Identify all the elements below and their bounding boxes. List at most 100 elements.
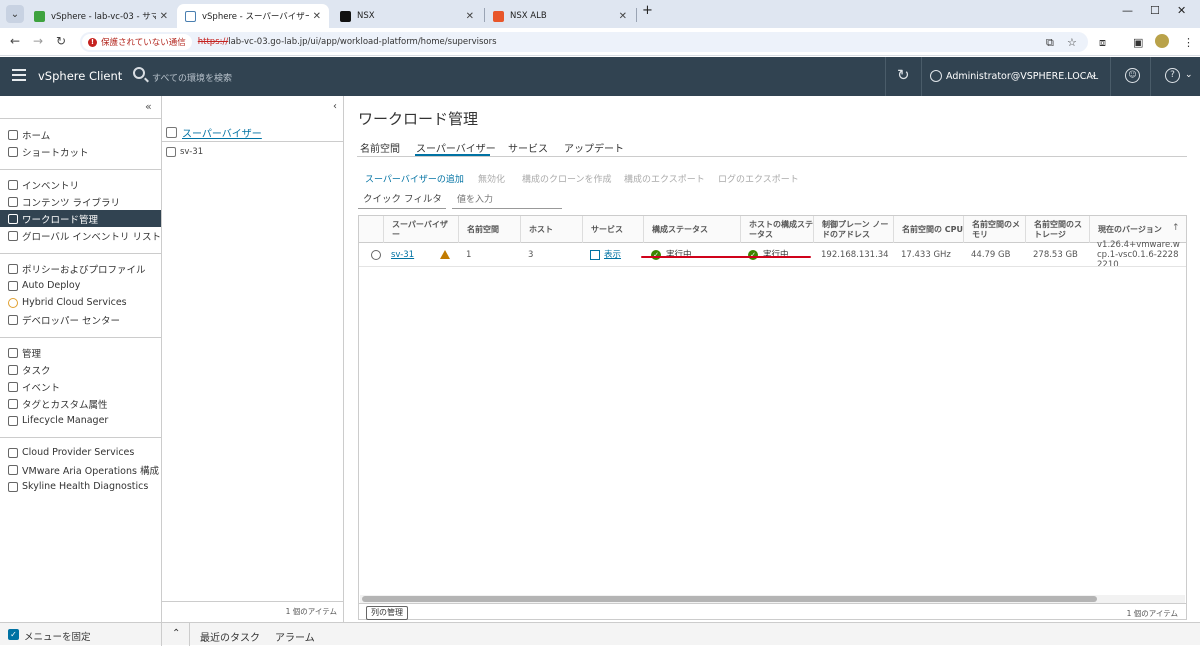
close-tab-icon[interactable]: ✕ bbox=[313, 11, 321, 22]
chevron-up-icon[interactable]: ⌃ bbox=[172, 628, 180, 639]
nav-item-tasks[interactable]: タスク bbox=[0, 361, 161, 378]
translate-icon[interactable]: ⧉ bbox=[1046, 36, 1054, 50]
forward-icon[interactable]: → bbox=[33, 34, 43, 48]
view-services-link[interactable]: 表示 bbox=[604, 250, 621, 260]
browser-tab-summary[interactable]: vSphere - lab-vc-03 - サマリ ✕ bbox=[26, 4, 176, 28]
horizontal-scrollbar[interactable] bbox=[360, 595, 1185, 603]
hamburger-menu-icon[interactable] bbox=[12, 69, 26, 84]
close-tab-icon[interactable]: ✕ bbox=[466, 11, 474, 22]
column-header[interactable]: 構成ステータス bbox=[643, 216, 740, 243]
collapse-nav-button[interactable]: « bbox=[145, 100, 152, 113]
back-icon[interactable]: ← bbox=[10, 34, 20, 48]
browser-tab-nsx-alb[interactable]: NSX ALB ✕ bbox=[485, 4, 635, 28]
url-field[interactable]: ! 保護されていない通信 https:// lab-vc-03.go-lab.j… bbox=[80, 32, 1088, 52]
scrollbar-thumb[interactable] bbox=[362, 596, 1097, 602]
export-config-button[interactable]: 構成のエクスポート bbox=[624, 172, 705, 185]
user-menu[interactable]: Administrator@VSPHERE.LOCAL bbox=[946, 71, 1098, 82]
nav-item-inventory[interactable]: インベントリ bbox=[0, 176, 161, 193]
column-header[interactable]: ホスト bbox=[520, 216, 582, 243]
nav-item-events[interactable]: イベント bbox=[0, 378, 161, 395]
clone-config-button[interactable]: 構成のクローンを作成 bbox=[522, 172, 612, 185]
column-header[interactable]: 現在のバージョン bbox=[1089, 216, 1171, 243]
add-supervisor-button[interactable]: スーパーバイザーの追加 bbox=[365, 172, 464, 185]
browser-tab-supervisor[interactable]: vSphere - スーパーバイザー ✕ bbox=[177, 4, 329, 28]
tab-search-chevron-icon[interactable]: ⌄ bbox=[6, 5, 24, 23]
sort-ascending-icon[interactable]: ↑ bbox=[1172, 223, 1180, 233]
column-header[interactable]: サービス bbox=[582, 216, 644, 243]
pin-menu-checkbox[interactable]: ✓ bbox=[8, 629, 19, 640]
browser-menu-icon[interactable]: ⋮ bbox=[1183, 36, 1194, 49]
security-indicator[interactable]: ! 保護されていない通信 bbox=[82, 34, 192, 50]
maximize-icon[interactable]: ☐ bbox=[1150, 4, 1160, 17]
nav-item-policies[interactable]: ポリシーおよびプロファイル bbox=[0, 260, 161, 277]
column-header[interactable]: スーパーバイザー bbox=[383, 216, 455, 243]
nav-item-workload-management[interactable]: ワークロード管理 bbox=[0, 210, 161, 227]
lifecycle-icon bbox=[8, 415, 18, 426]
tab-namespaces[interactable]: 名前空間 bbox=[360, 140, 400, 155]
storage-cell: 278.53 GB bbox=[1033, 250, 1078, 260]
help-icon[interactable]: ? bbox=[1165, 68, 1180, 83]
minimize-icon[interactable]: — bbox=[1122, 4, 1133, 17]
nav-item-skyline[interactable]: Skyline Health Diagnostics bbox=[0, 478, 161, 495]
nav-item-administration[interactable]: 管理 bbox=[0, 344, 161, 361]
row-radio-button[interactable] bbox=[371, 250, 381, 260]
column-header[interactable]: 制御プレーン ノードのアドレス bbox=[813, 216, 893, 243]
nav-item-tags[interactable]: タグとカスタム属性 bbox=[0, 395, 161, 412]
quick-filter-dropdown[interactable]: クイック フィルタ ⌄ bbox=[358, 192, 446, 221]
side-panel-icon[interactable]: ▣ bbox=[1133, 36, 1143, 49]
global-search-input[interactable]: すべての環境を検索 bbox=[152, 71, 232, 84]
tabs-divider bbox=[357, 156, 1187, 157]
tree-item-sv-31[interactable]: sv-31 bbox=[166, 147, 203, 157]
column-header[interactable]: 名前空間のストレージ bbox=[1025, 216, 1089, 243]
chevron-down-icon[interactable]: ⌄ bbox=[1185, 70, 1193, 80]
search-icon[interactable] bbox=[133, 67, 145, 79]
workload-icon bbox=[8, 213, 18, 224]
nav-item-developer-center[interactable]: デベロッパー センター bbox=[0, 311, 161, 328]
column-header[interactable]: 名前空間 bbox=[458, 216, 520, 243]
nav-item-global-inventory[interactable]: グローバル インベントリ リスト bbox=[0, 227, 161, 244]
feedback-smiley-icon[interactable]: ☺ bbox=[1125, 68, 1140, 83]
close-tab-icon[interactable]: ✕ bbox=[160, 11, 168, 22]
deploy-icon bbox=[8, 280, 18, 291]
nav-item-cloud-provider[interactable]: Cloud Provider Services bbox=[0, 444, 161, 461]
nav-divider bbox=[0, 437, 161, 438]
recent-tasks-tab[interactable]: 最近のタスク bbox=[200, 629, 260, 644]
tab-services[interactable]: サービス bbox=[508, 140, 548, 155]
close-window-icon[interactable]: ✕ bbox=[1177, 4, 1186, 17]
nav-item-content-library[interactable]: コンテンツ ライブラリ bbox=[0, 193, 161, 210]
export-logs-button[interactable]: ログのエクスポート bbox=[718, 172, 799, 185]
alarms-tab[interactable]: アラーム bbox=[275, 629, 315, 644]
pin-menu-label[interactable]: メニューを固定 bbox=[24, 629, 91, 643]
column-header[interactable]: ホストの構成ステータス bbox=[740, 216, 817, 243]
nav-item-shortcuts[interactable]: ショートカット bbox=[0, 143, 161, 160]
nav-item-lifecycle-manager[interactable]: Lifecycle Manager bbox=[0, 412, 161, 429]
config-status-cell: ✓ 実行中 bbox=[643, 244, 740, 266]
manage-columns-button[interactable]: 列の管理 bbox=[366, 606, 408, 620]
browser-tab-nsx[interactable]: NSX ✕ bbox=[332, 4, 482, 28]
chevron-left-icon[interactable]: ‹ bbox=[333, 101, 337, 112]
nav-item-label: ホーム bbox=[22, 130, 51, 142]
tab-updates[interactable]: アップデート bbox=[564, 140, 624, 155]
profile-avatar[interactable] bbox=[1155, 34, 1169, 48]
nav-item-aria-operations[interactable]: VMware Aria Operations 構成 bbox=[0, 461, 161, 478]
nav-item-home[interactable]: ホーム bbox=[0, 126, 161, 143]
bookmark-star-icon[interactable]: ☆ bbox=[1067, 36, 1077, 49]
supervisor-link[interactable]: sv-31 bbox=[391, 250, 414, 260]
column-header[interactable]: 名前空間のメモリ bbox=[963, 216, 1025, 243]
disable-button[interactable]: 無効化 bbox=[478, 172, 505, 185]
extensions-icon[interactable]: ⧈ bbox=[1099, 36, 1106, 50]
filter-value-input[interactable] bbox=[452, 192, 562, 209]
column-header[interactable]: 名前空間の CPU bbox=[893, 216, 965, 243]
new-tab-button[interactable]: + bbox=[642, 3, 653, 18]
nav-item-hybrid-cloud[interactable]: Hybrid Cloud Services bbox=[0, 294, 161, 311]
hosts-cell: 3 bbox=[528, 250, 534, 260]
refresh-icon[interactable]: ↻ bbox=[897, 66, 910, 84]
supervisor-icon bbox=[166, 127, 177, 138]
chevron-down-icon[interactable]: ⌄ bbox=[1090, 70, 1098, 80]
reload-icon[interactable]: ↻ bbox=[56, 34, 66, 48]
tab-supervisors[interactable]: スーパーバイザー bbox=[416, 140, 496, 155]
annotation-underline bbox=[641, 256, 811, 258]
tree-root-supervisors[interactable]: スーパーバイザー bbox=[166, 125, 262, 140]
close-tab-icon[interactable]: ✕ bbox=[619, 11, 627, 22]
nav-item-auto-deploy[interactable]: Auto Deploy bbox=[0, 277, 161, 294]
